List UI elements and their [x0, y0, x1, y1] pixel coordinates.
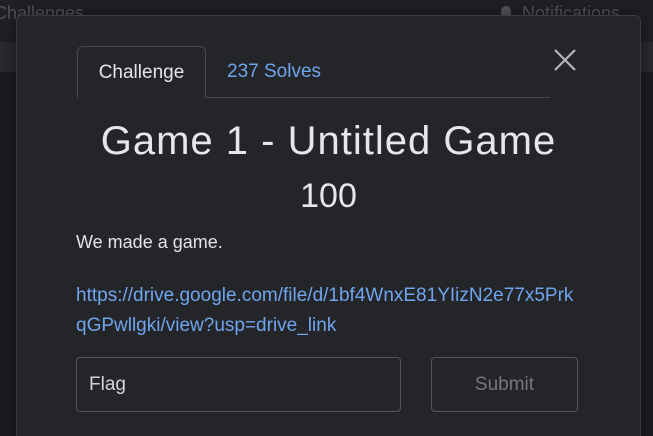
challenge-title: Game 1 - Untitled Game	[100, 119, 557, 163]
submit-button[interactable]: Submit	[431, 357, 578, 412]
tab-challenge[interactable]: Challenge	[77, 46, 206, 98]
close-icon[interactable]	[553, 48, 577, 72]
challenge-points: 100	[300, 177, 357, 215]
tab-solves[interactable]: 237 Solves	[227, 46, 321, 97]
challenge-description: We made a game.	[76, 232, 223, 252]
modal-tabs: Challenge 237 Solves	[77, 46, 550, 98]
page: Challenges Notifications Challenge 237 S…	[0, 0, 653, 436]
close-button[interactable]	[553, 48, 577, 72]
challenge-modal: Challenge 237 Solves Game 1 - Untitled G…	[16, 15, 641, 436]
challenge-link[interactable]: https://drive.google.com/file/d/1bf4WnxE…	[76, 281, 576, 341]
flag-input[interactable]	[76, 357, 401, 412]
